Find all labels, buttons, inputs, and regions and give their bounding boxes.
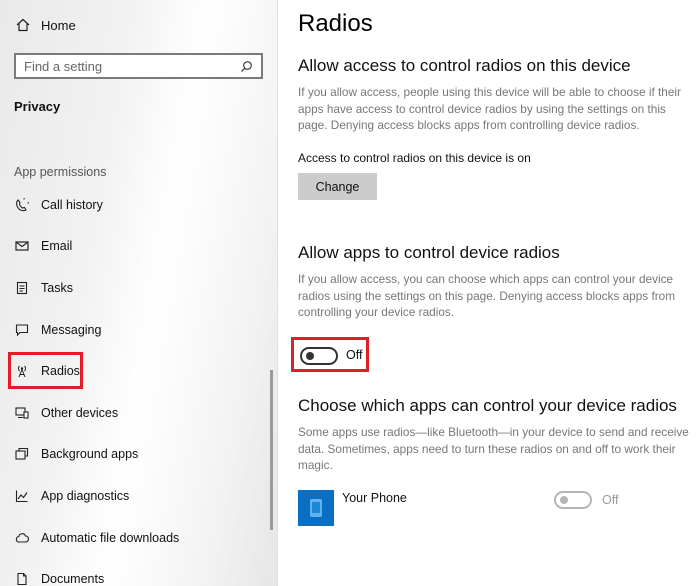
sidebar-item-label: Messaging [41,322,102,337]
search-icon[interactable] [239,59,253,73]
sidebar-item-label: Automatic file downloads [41,530,180,545]
search-input[interactable] [24,58,239,74]
app-access-toggle-highlight: Off [291,337,369,372]
sidebar-item-label: Background apps [41,447,139,462]
section-heading-app-access: Allow apps to control device radios [298,243,560,262]
cloud-download-icon [14,530,30,546]
other-devices-icon [14,405,30,421]
sidebar-item-email[interactable]: Email [0,226,278,268]
messaging-icon [14,322,30,338]
sidebar-item-app-diagnostics[interactable]: App diagnostics [0,475,278,517]
section-heading-choose-apps: Choose which apps can control your devic… [298,396,677,415]
sidebar: Home Privacy App permissions Call histor… [0,0,278,586]
sidebar-home-label: Home [41,17,76,33]
sidebar-item-radios[interactable]: Radios [0,350,278,392]
sidebar-item-documents[interactable]: Documents [0,558,278,586]
selection-highlight-box [8,352,83,390]
sidebar-item-automatic-file-downloads[interactable]: Automatic file downloads [0,517,278,559]
home-icon [14,18,32,32]
sidebar-item-label: Call history [41,197,103,212]
device-access-status: Access to control radios on this device … [298,151,531,165]
tasks-icon [14,280,30,296]
your-phone-app-icon [298,490,334,526]
sidebar-item-other-devices[interactable]: Other devices [0,392,278,434]
sidebar-item-label: Tasks [41,280,73,295]
your-phone-toggle[interactable] [554,491,592,509]
app-row-your-phone: Your Phone Off [298,490,693,526]
sidebar-item-tasks[interactable]: Tasks [0,267,278,309]
sidebar-item-messaging[interactable]: Messaging [0,309,278,351]
section-heading-device-access: Allow access to control radios on this d… [298,56,631,75]
section-description-app-access: If you allow access, you can choose whic… [298,272,676,319]
document-icon [14,571,30,586]
section-description-choose-apps: Some apps use radios—like Bluetooth—in y… [298,425,689,472]
sidebar-item-label: Documents [41,572,105,586]
sidebar-scrollbar[interactable] [270,370,273,530]
your-phone-toggle-label: Off [602,493,619,507]
search-box[interactable] [14,53,263,79]
sidebar-home[interactable]: Home [14,15,76,35]
sidebar-item-background-apps[interactable]: Background apps [0,434,278,476]
app-access-toggle[interactable] [300,347,338,365]
email-icon [14,238,30,254]
section-description-device-access: If you allow access, people using this d… [298,85,681,132]
page-title: Radios [298,10,373,37]
sidebar-item-call-history[interactable]: Call history [0,184,278,226]
toggle-knob [560,496,568,504]
app-name: Your Phone [342,491,407,505]
toggle-knob [306,352,314,360]
app-access-toggle-label: Off [346,348,363,362]
sidebar-item-label: Email [41,239,73,254]
sidebar-section-title: Privacy [14,99,61,114]
sidebar-group-title: App permissions [14,165,107,179]
call-history-icon [14,197,30,213]
change-button[interactable]: Change [298,173,377,200]
sidebar-item-label: Other devices [41,405,119,420]
app-diagnostics-icon [14,488,30,504]
sidebar-nav: Call history Email Tasks Messaging Radio… [0,184,278,586]
background-apps-icon [14,446,30,462]
sidebar-item-label: App diagnostics [41,488,130,503]
